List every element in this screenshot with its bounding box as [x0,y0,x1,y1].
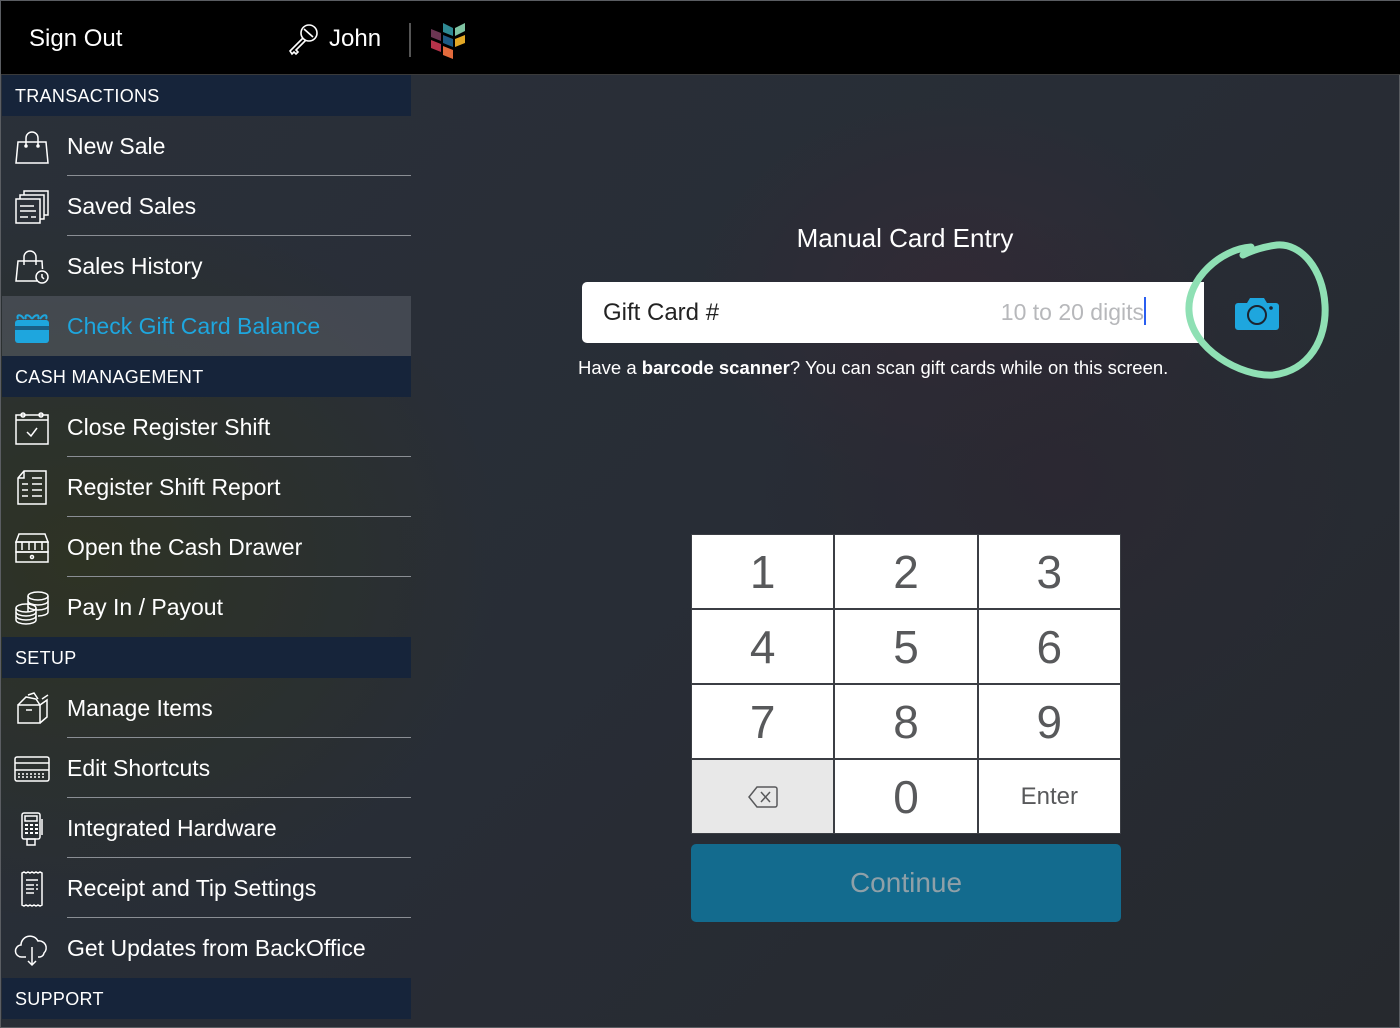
sidebar-item-open-cash-drawer[interactable]: Open the Cash Drawer [2,517,411,577]
top-bar: Sign Out John [1,1,1400,75]
key-2[interactable]: 2 [835,535,977,608]
key-7[interactable]: 7 [692,685,834,758]
sidebar-item-label: Open the Cash Drawer [67,534,303,560]
key-6[interactable]: 6 [978,610,1120,683]
key-1[interactable]: 1 [692,535,834,608]
backspace-key[interactable] [692,760,834,833]
continue-button[interactable]: Continue [691,844,1121,922]
app-window: Sign Out John TRANSACTIONS New Sale Save… [0,0,1400,1028]
receipt-icon [14,871,50,907]
user-name: John [329,25,382,52]
sign-out-button[interactable]: Sign Out [29,25,122,53]
hint-prefix: Have a [578,357,642,378]
sidebar-item-label: Close Register Shift [67,414,271,440]
section-header-cash-management: CASH MANAGEMENT [2,356,411,397]
text-cursor [1144,297,1146,325]
coins-icon [14,590,50,626]
sidebar-item-check-gift-card-balance[interactable]: Check Gift Card Balance [2,296,411,356]
cash-drawer-icon [14,530,50,566]
hint-bold: barcode scanner [641,357,790,378]
hint-suffix: ? You can scan gift cards while on this … [789,357,1169,378]
user-indicator[interactable]: John [285,21,381,57]
sidebar-item-sales-history[interactable]: Sales History [2,236,411,296]
sidebar-item-integrated-hardware[interactable]: Integrated Hardware [2,798,411,858]
sidebar-item-label: Pay In / Payout [67,594,223,620]
section-header-support: SUPPORT [2,978,411,1019]
gift-card-icon [14,309,50,345]
sidebar-item-pay-in-payout[interactable]: Pay In / Payout [2,577,411,637]
sidebar-item-get-updates[interactable]: Get Updates from BackOffice [2,918,411,978]
sidebar-item-close-register-shift[interactable]: Close Register Shift [2,397,411,457]
key-4[interactable]: 4 [692,610,834,683]
sidebar-item-label: Receipt and Tip Settings [67,875,317,901]
bag-clock-icon [14,249,50,285]
cloud-download-icon [14,931,50,967]
gift-card-field-label: Gift Card # [603,299,720,326]
page-title: Manual Card Entry [796,223,1014,253]
key-5[interactable]: 5 [835,610,977,683]
sidebar-item-label: Integrated Hardware [67,815,277,841]
key-icon [288,24,318,56]
section-header-transactions: TRANSACTIONS [2,75,411,116]
key-0[interactable]: 0 [835,760,977,833]
sidebar-item-manage-items[interactable]: Manage Items [2,678,411,738]
backspace-icon [747,785,778,808]
key-9[interactable]: 9 [978,685,1120,758]
camera-icon [1235,298,1279,330]
sidebar-item-label: Saved Sales [67,193,197,219]
shopping-bag-icon [14,129,50,165]
sidebar-item-label: Edit Shortcuts [67,755,211,781]
section-header-setup: SETUP [2,637,411,678]
key-3[interactable]: 3 [978,535,1120,608]
scan-camera-button[interactable] [1221,283,1293,343]
report-icon [14,470,50,506]
sidebar-item-saved-sales[interactable]: Saved Sales [2,176,411,236]
barcode-scanner-hint: Have a barcode scanner? You can scan gif… [578,357,1168,379]
sidebar-item-label: Get Updates from BackOffice [67,935,366,961]
brand-logo-icon [431,23,465,59]
sidebar-item-edit-shortcuts[interactable]: Edit Shortcuts [2,738,411,798]
calendar-check-icon [14,410,50,446]
topbar-divider [409,23,411,57]
stacked-documents-icon [14,189,50,225]
sidebar-item-label: New Sale [67,133,166,159]
sidebar-item-label: Sales History [67,253,203,279]
box-icon [14,691,50,727]
keyboard-icon [14,751,50,787]
gift-card-number-input[interactable]: Gift Card # 10 to 20 digits [582,282,1204,343]
sidebar-item-label: Check Gift Card Balance [67,313,321,339]
enter-key[interactable]: Enter [978,760,1120,833]
sidebar-item-label: Manage Items [67,695,213,721]
sidebar: TRANSACTIONS New Sale Saved Sales Sales … [2,75,411,1028]
card-terminal-icon [14,811,50,847]
sidebar-item-receipt-tip-settings[interactable]: Receipt and Tip Settings [2,858,411,918]
sidebar-item-new-sale[interactable]: New Sale [2,116,411,176]
gift-card-placeholder: 10 to 20 digits [1000,299,1144,325]
key-8[interactable]: 8 [835,685,977,758]
numeric-keypad: 1 2 3 4 5 6 7 8 9 0 Enter [691,534,1121,834]
sidebar-item-label: Register Shift Report [67,474,281,500]
sidebar-item-register-shift-report[interactable]: Register Shift Report [2,457,411,517]
